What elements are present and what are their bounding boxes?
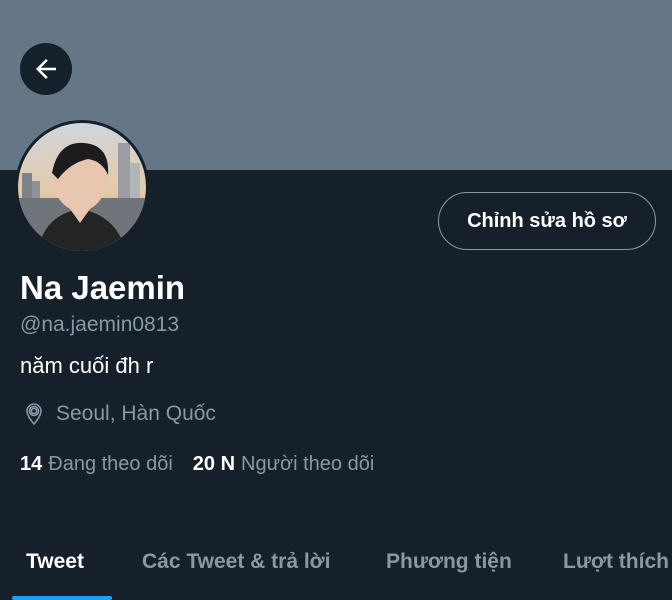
edit-profile-label: Chỉnh sửa hồ sơ	[467, 209, 627, 232]
followers-link[interactable]: 20 N Người theo dõi	[193, 450, 375, 478]
location-row: Seoul, Hàn Quốc	[22, 400, 216, 428]
following-count: 14	[20, 453, 43, 475]
bio-text: năm cuối đh r	[20, 353, 154, 378]
tab-media[interactable]: Phương tiện	[386, 550, 512, 574]
followers-count: 20 N	[192, 453, 236, 475]
back-button[interactable]	[20, 43, 72, 95]
username-handle: @na.jaemin0813	[20, 313, 180, 336]
display-name: Na Jaemin	[20, 269, 186, 306]
avatar[interactable]	[15, 120, 149, 254]
following-label: Đang theo dõi	[48, 453, 173, 475]
follow-stats: 14 Đang theo dõi 20 N Người theo dõi	[20, 450, 374, 478]
arrow-left-icon	[31, 54, 61, 84]
location-text: Seoul, Hàn Quốc	[56, 402, 216, 425]
profile-tabs: Tweet Các Tweet & trả lời Phương tiện Lư…	[0, 540, 672, 600]
active-tab-indicator	[12, 596, 112, 600]
following-link[interactable]: 14 Đang theo dõi	[20, 450, 173, 478]
profile-page: Chỉnh sửa hồ sơ Na Jaemin @na.jaemin0813…	[0, 0, 672, 600]
edit-profile-button[interactable]: Chỉnh sửa hồ sơ	[438, 192, 656, 250]
location-pin-icon	[22, 402, 46, 426]
tab-likes[interactable]: Lượt thích	[563, 550, 669, 574]
tab-tweets[interactable]: Tweet	[26, 550, 84, 574]
followers-label: Người theo dõi	[241, 453, 375, 475]
profile-photo	[18, 123, 146, 251]
tab-tweets-replies[interactable]: Các Tweet & trả lời	[142, 550, 330, 574]
